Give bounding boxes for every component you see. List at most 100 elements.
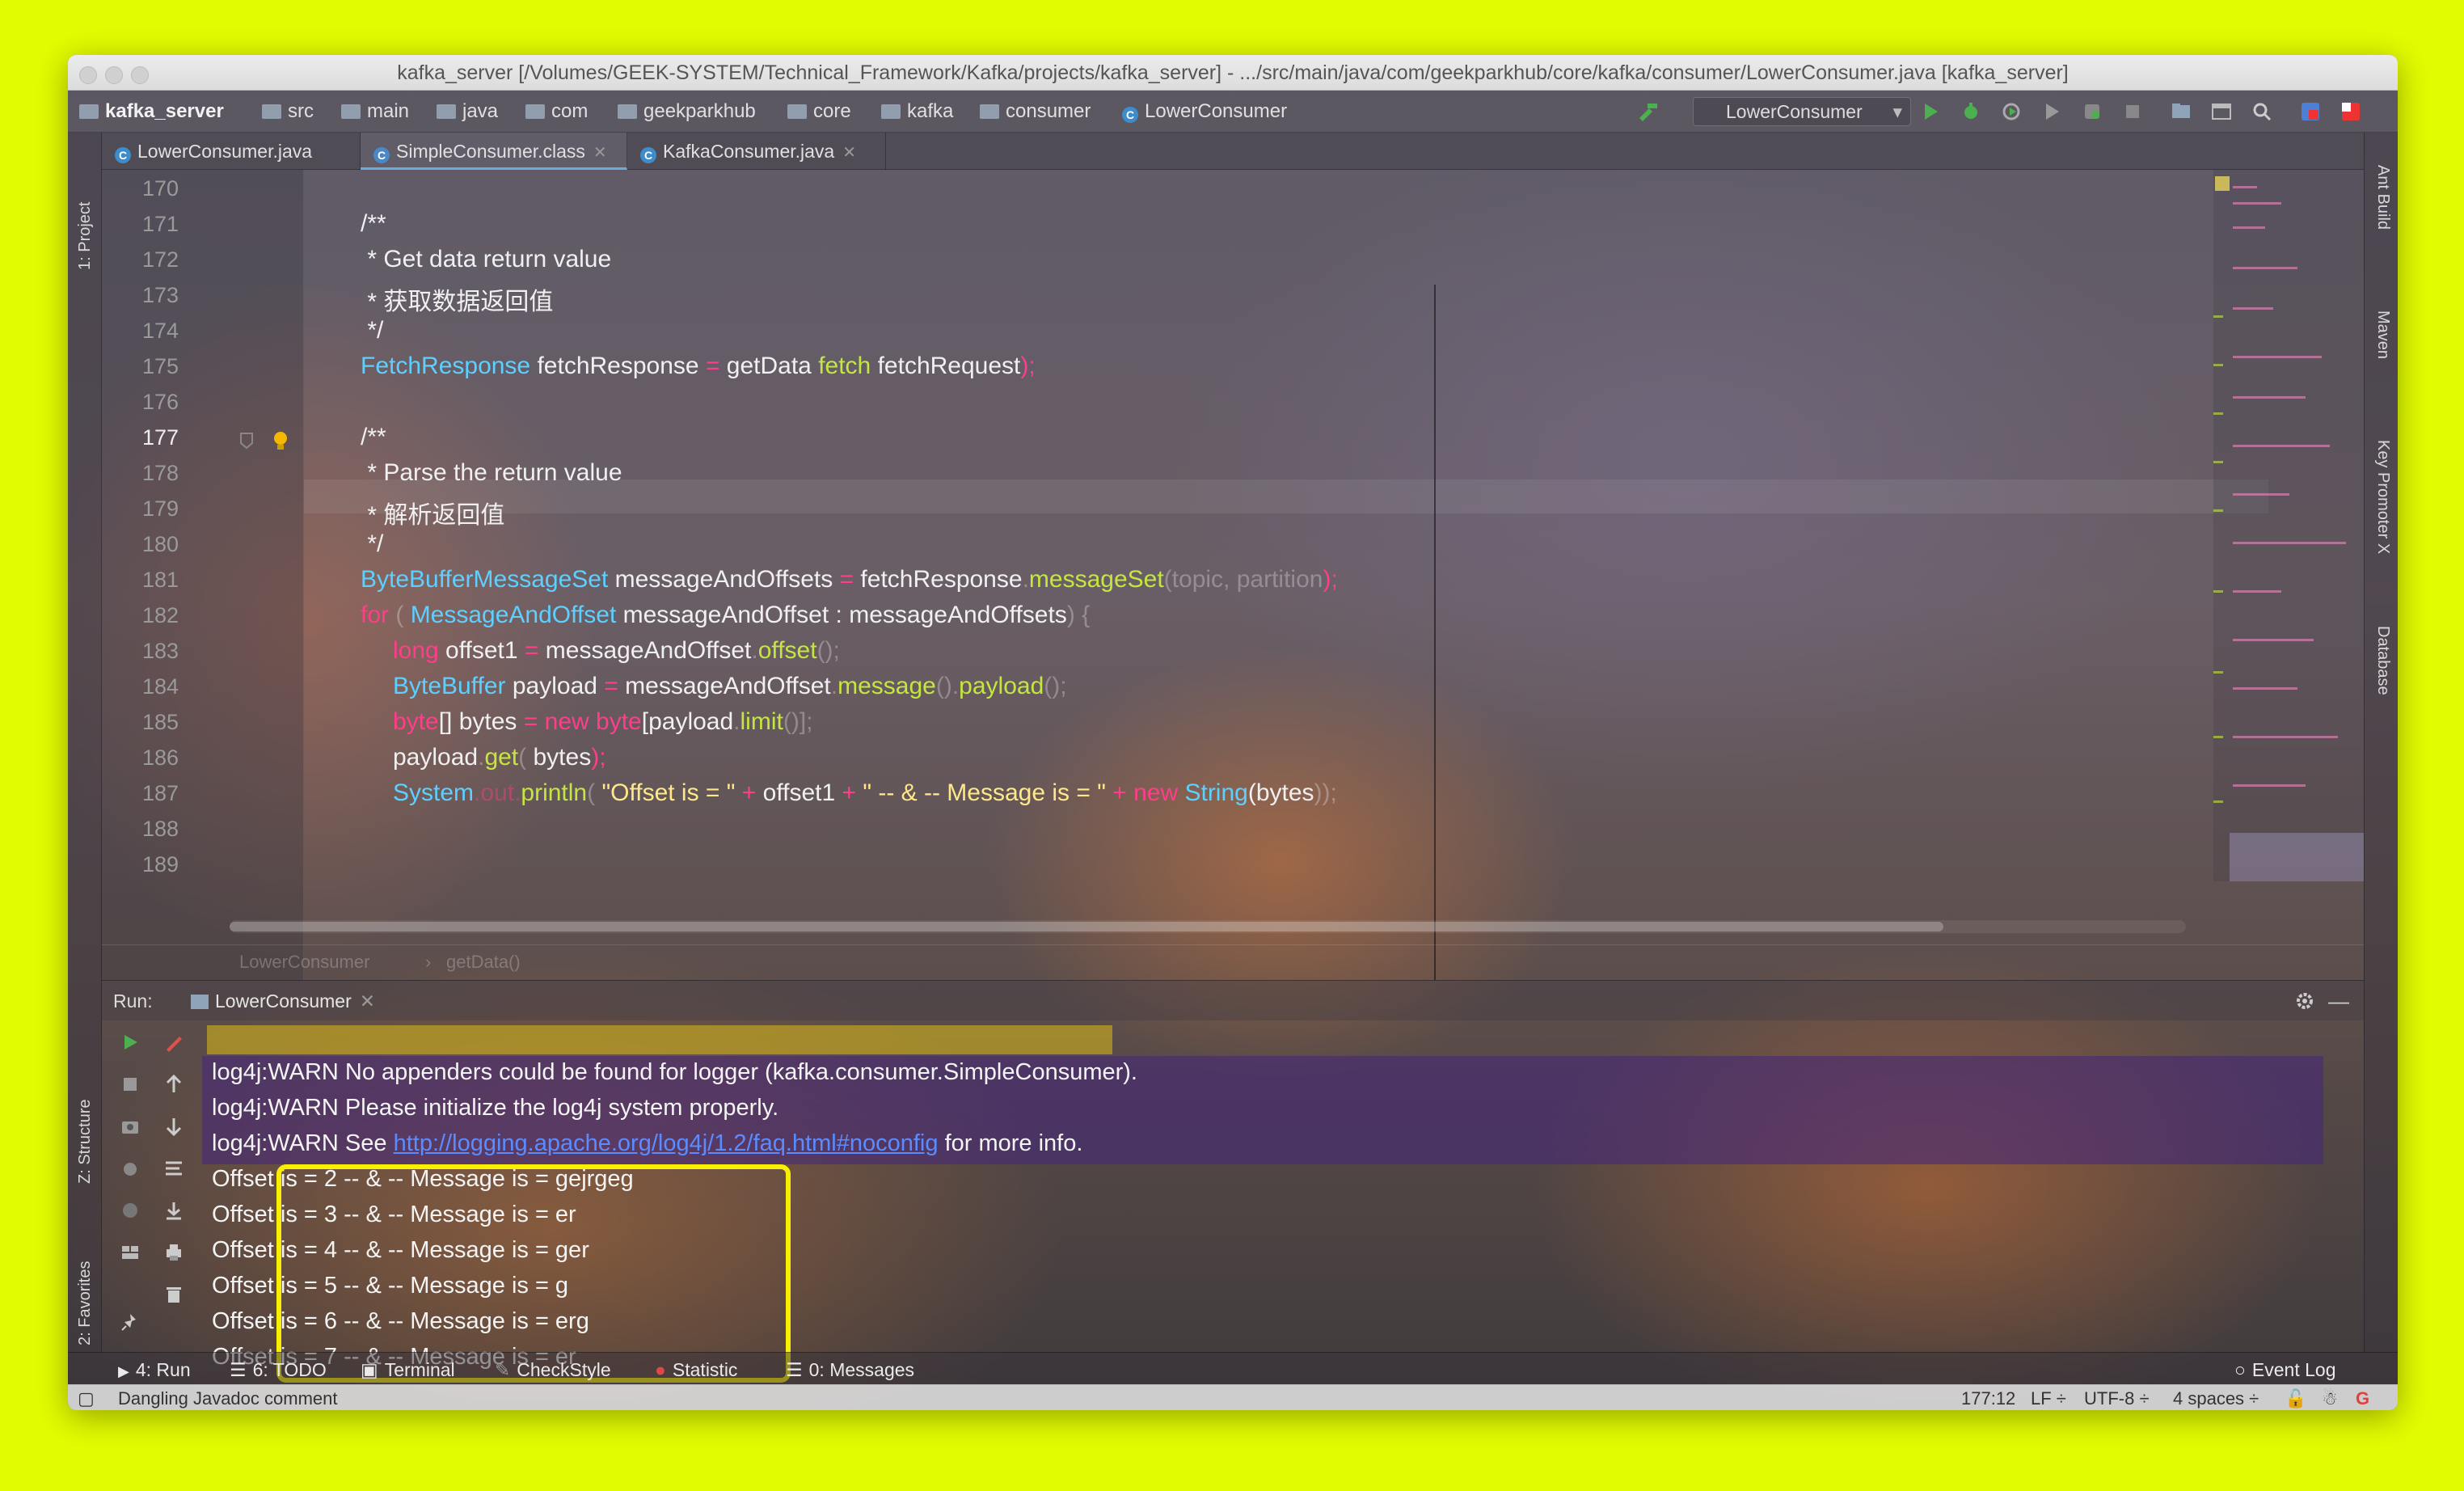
pin-icon[interactable] (120, 1311, 141, 1333)
stop-icon[interactable] (120, 1074, 141, 1095)
output-highlight-box (276, 1164, 791, 1383)
nav-crumb-java[interactable]: java (437, 100, 498, 123)
nav-crumb-src[interactable]: src (262, 100, 314, 123)
chevron-down-icon: ▾ (1892, 101, 1902, 122)
class-icon: C (640, 147, 656, 163)
scrollbar-thumb[interactable] (230, 922, 1943, 931)
close-icon[interactable]: ✕ (360, 990, 375, 1012)
lock-icon[interactable]: 🔓 (2285, 1388, 2306, 1409)
nav-crumb-com[interactable]: com (525, 100, 588, 123)
breadcrumb-method[interactable]: getData() (446, 952, 521, 973)
editor-horizontal-scrollbar[interactable] (230, 920, 2186, 933)
line-number: 173 (142, 283, 179, 307)
trash-icon[interactable] (163, 1284, 184, 1305)
run-configuration-select[interactable]: LowerConsumer ▾ (1693, 97, 1911, 126)
close-icon[interactable]: ✕ (842, 144, 856, 162)
toggle-tool-windows-icon[interactable]: ▢ (78, 1388, 95, 1409)
messages-icon: ☰ (786, 1359, 803, 1380)
debug-bug-icon[interactable] (120, 1158, 141, 1179)
fold-icon[interactable] (239, 432, 254, 450)
indent-select[interactable]: 4 spaces ÷ (2173, 1388, 2259, 1409)
exit-icon[interactable] (120, 1200, 141, 1221)
terminal-tool-button[interactable]: ▣ Terminal (361, 1359, 455, 1381)
line-number-gutter[interactable]: 170 171 172 173 174 175 176 177 178 179 … (102, 170, 304, 980)
layout-icon[interactable] (2210, 100, 2233, 123)
folder-icon (881, 104, 901, 119)
tab-kafkaconsumer[interactable]: C KafkaConsumer.java ✕ (627, 133, 886, 170)
favorites-tool-button[interactable]: 2: Favorites (76, 1261, 95, 1345)
nav-crumb-core[interactable]: core (787, 100, 851, 123)
translate-icon[interactable] (2299, 100, 2322, 123)
translate-popup-icon[interactable] (2340, 100, 2362, 123)
line-number: 171 (142, 212, 179, 236)
attach-debugger-icon[interactable] (2081, 100, 2103, 123)
caret-position[interactable]: 177:12 (1961, 1388, 2015, 1409)
tab-simpleconsumer[interactable]: C SimpleConsumer.class ✕ (361, 133, 627, 170)
project-structure-icon[interactable] (2170, 100, 2192, 123)
nav-crumb-project[interactable]: kafka_server (79, 100, 224, 123)
structure-tool-button[interactable]: Z: Structure (76, 1100, 95, 1184)
debug-icon[interactable] (1960, 100, 1982, 123)
edit-config-icon[interactable] (163, 1032, 184, 1053)
project-tool-button[interactable]: 1: Project (76, 202, 95, 270)
folder-icon (341, 104, 361, 119)
line-number: 182 (142, 603, 179, 627)
statistic-tool-button[interactable]: ● Statistic (655, 1359, 737, 1381)
line-number: 172 (142, 247, 179, 272)
database-tool-button[interactable]: Database (2373, 626, 2392, 695)
line-number: 185 (142, 710, 179, 734)
checkstyle-tool-button[interactable]: ✎ CheckStyle (495, 1359, 611, 1381)
run-tool-button[interactable]: ▶ 4: Run (118, 1359, 191, 1381)
right-margin-guide (1434, 285, 1436, 980)
right-tool-strip: Ant Build Maven Key Promoter X Database (2364, 133, 2398, 1352)
nav-crumb-geekparkhub[interactable]: geekparkhub (618, 100, 756, 123)
line-number: 183 (142, 639, 179, 663)
arrow-down-icon[interactable] (163, 1116, 184, 1137)
arrow-up-icon[interactable] (163, 1074, 184, 1095)
line-number: 174 (142, 319, 179, 343)
close-icon[interactable]: ✕ (593, 144, 607, 162)
profile-icon[interactable] (2040, 100, 2063, 123)
nav-crumb-kafka[interactable]: kafka (881, 100, 953, 123)
inspector-icon[interactable]: ☃ (2322, 1388, 2338, 1409)
scroll-to-end-icon[interactable] (163, 1200, 184, 1221)
layout-icon[interactable] (120, 1242, 141, 1263)
gear-icon[interactable] (2294, 990, 2315, 1012)
status-message: Dangling Javadoc comment (118, 1388, 338, 1409)
encoding-select[interactable]: UTF-8 ÷ (2084, 1388, 2150, 1409)
todo-tool-button[interactable]: ☰ 6: TODO (230, 1359, 327, 1381)
tab-lowerconsumer[interactable]: C LowerConsumer.java (102, 133, 361, 170)
camera-icon[interactable] (120, 1116, 141, 1137)
breadcrumb-class[interactable]: LowerConsumer (239, 952, 369, 973)
play-icon: ▶ (118, 1363, 129, 1379)
build-hammer-icon[interactable] (1636, 100, 1659, 123)
key-promoter-tool-button[interactable]: Key Promoter X (2373, 440, 2392, 554)
hide-panel-icon[interactable]: — (2328, 989, 2349, 1014)
messages-tool-button[interactable]: ☰ 0: Messages (786, 1359, 914, 1381)
code-minimap[interactable] (2213, 170, 2364, 881)
line-separator-select[interactable]: LF ÷ (2031, 1388, 2066, 1409)
breadcrumb: LowerConsumer › getData() (102, 944, 2364, 977)
rerun-icon[interactable] (120, 1032, 141, 1053)
checkstyle-icon: ✎ (495, 1359, 511, 1380)
code-editor[interactable]: /** * Get data return value * 获取数据返回值 */… (304, 170, 2268, 980)
stop-icon[interactable] (2121, 100, 2144, 123)
navigation-bar: kafka_server src main java com geekparkh… (68, 91, 2398, 133)
line-number: 188 (142, 817, 179, 841)
ant-build-tool-button[interactable]: Ant Build (2373, 165, 2392, 230)
event-log-tool-button[interactable]: ○ Event Log (2234, 1359, 2336, 1381)
run-tab-lowerconsumer[interactable]: LowerConsumer ✕ (191, 990, 375, 1012)
nav-crumb-main[interactable]: main (341, 100, 409, 123)
lightbulb-icon[interactable] (272, 430, 289, 453)
nav-crumb-consumer[interactable]: consumer (980, 100, 1091, 123)
search-icon[interactable] (2251, 100, 2273, 123)
print-icon[interactable] (163, 1242, 184, 1263)
coverage-icon[interactable] (2000, 100, 2023, 123)
run-icon[interactable] (1919, 100, 1942, 123)
google-icon[interactable]: G (2356, 1388, 2369, 1409)
soft-wrap-icon[interactable] (163, 1158, 184, 1179)
maven-tool-button[interactable]: Maven (2373, 310, 2392, 359)
nav-crumb-class[interactable]: C LowerConsumer (1122, 100, 1287, 123)
faq-link[interactable]: http://logging.apache.org/log4j/1.2/faq.… (394, 1130, 939, 1156)
code-line-184: ByteBuffer payload = messageAndOffset.me… (393, 673, 1067, 699)
